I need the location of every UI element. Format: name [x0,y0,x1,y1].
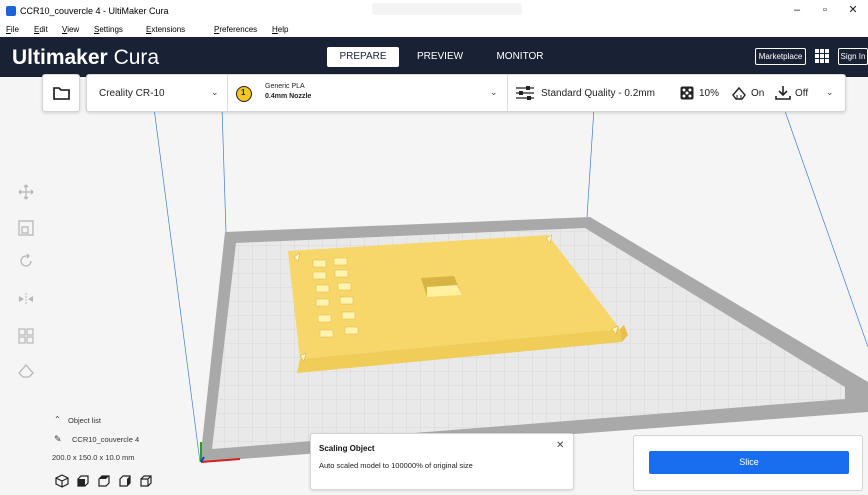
title-bar: CCR10_couvercle 4 - UltiMaker Cura – ▫ ✕ [0,0,868,22]
tab-monitor[interactable]: MONITOR [490,47,550,67]
view-3d-icon[interactable] [55,474,69,488]
menu-edit[interactable]: Edit [34,25,48,34]
cura-app-icon [6,6,16,16]
message-close-icon[interactable]: ✕ [556,440,564,451]
infill-icon [680,86,694,100]
minimize-button[interactable]: – [790,3,804,17]
menu-preferences[interactable]: Preferences [214,25,257,34]
printer-chevron-down-icon[interactable]: ⌄ [211,87,219,98]
tab-preview[interactable]: PREVIEW [410,47,470,67]
menu-view[interactable]: View [62,25,79,34]
menu-help[interactable]: Help [272,25,288,34]
slice-button[interactable]: Slice [649,451,849,474]
close-button[interactable]: ✕ [846,3,860,17]
mirror-tool-icon[interactable] [17,290,35,308]
extruder-number: 1 [241,88,246,97]
chevron-up-icon[interactable]: ⌃ [54,415,61,424]
per-model-settings-icon[interactable] [17,327,35,345]
view-front-icon[interactable] [76,474,90,488]
app-header: Ultimaker Cura PREPARE PREVIEW MONITOR M… [0,37,868,77]
menu-settings[interactable]: Settings [94,25,123,34]
volume-edge-front-right [772,76,868,348]
maximize-button[interactable]: ▫ [818,3,832,17]
window-title: CCR10_couvercle 4 - UltiMaker Cura [20,6,169,16]
tab-prepare[interactable]: PREPARE [327,47,399,67]
message-title: Scaling Object [319,444,375,453]
infill-value[interactable]: 10% [699,88,719,99]
menu-file[interactable]: File [6,25,19,34]
support-icon [732,86,746,100]
adhesion-value[interactable]: Off [795,88,808,99]
folder-icon [53,87,70,100]
material-chevron-down-icon[interactable]: ⌄ [490,87,498,98]
brand-bold: Ultimaker [12,46,108,69]
view-left-icon[interactable] [118,474,132,488]
settings-chevron-down-icon[interactable]: ⌄ [826,87,834,98]
brand-logo: Ultimaker Cura [12,46,159,70]
model-center-pocket-floor [427,285,462,297]
object-dimensions: 200.0 x 150.0 x 10.0 mm [52,453,135,462]
quality-profile[interactable]: Standard Quality - 0.2mm [541,88,655,99]
move-tool-icon[interactable] [17,183,35,201]
scaling-message: Scaling Object Auto scaled model to 1000… [310,433,574,490]
adhesion-icon [775,86,791,100]
message-body: Auto scaled model to 100000% of original… [319,461,473,470]
menu-extensions[interactable]: Extensions [146,25,185,34]
marketplace-button[interactable]: Marketplace [755,48,806,65]
support-value[interactable]: On [751,88,764,99]
volume-edge-front-left [149,76,201,463]
menu-bar: File Edit View Settings Extensions Prefe… [0,22,868,37]
scale-tool-icon[interactable] [17,219,35,237]
pencil-icon: ✎ [54,434,62,444]
settings-sliders-icon[interactable] [515,85,535,101]
print-setup-bar: Creality CR-10 ⌄ 1 Generic PLA 0.4mm Noz… [86,74,846,112]
sign-in-button[interactable]: Sign In [838,48,868,65]
object-list-header[interactable]: Object list [68,416,101,425]
rotate-tool-icon[interactable] [17,252,35,270]
brand-light: Cura [113,46,160,69]
slice-panel: Slice [633,435,863,491]
object-name[interactable]: CCR10_couvercle 4 [72,435,139,444]
printer-selector[interactable]: Creality CR-10 [99,88,165,99]
material-name[interactable]: Generic PLA [265,83,305,90]
view-top-icon[interactable] [97,474,111,488]
title-search-area [372,3,522,15]
apps-grid-icon[interactable] [815,49,829,63]
view-right-icon[interactable] [139,474,153,488]
nozzle-size[interactable]: 0.4mm Nozzle [265,93,311,100]
open-file-button[interactable] [42,74,80,112]
support-blocker-icon[interactable] [17,362,35,380]
